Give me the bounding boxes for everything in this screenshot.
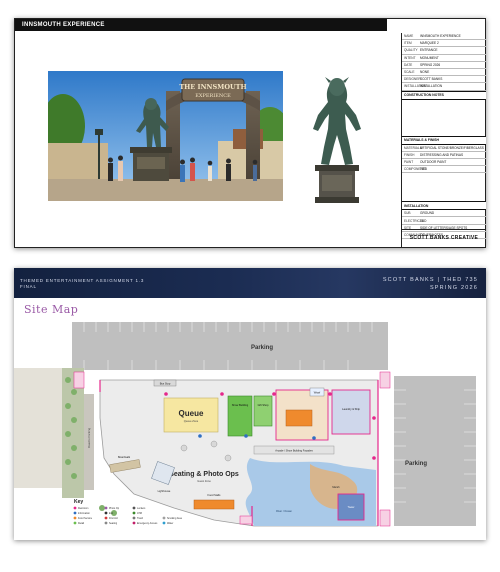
- key-item: Restroom: [78, 507, 88, 510]
- arch-sign-line2: EXPERIENCE: [195, 93, 231, 99]
- arch-sign-line1: THE INNSMOUTH: [179, 83, 246, 91]
- key-title: Key: [74, 499, 83, 505]
- key-item: Water: [167, 522, 173, 525]
- marsh-label: Marsh: [332, 485, 340, 489]
- site-map: Parking Parking Road to Parking Bus Stop…: [14, 298, 486, 540]
- key-item: Lockers: [137, 507, 146, 510]
- construction-notes-area: [402, 100, 486, 136]
- parking-top-label: Parking: [251, 345, 273, 351]
- parking-lot-top: [72, 322, 388, 370]
- show-building-label: Show Building: [232, 403, 249, 407]
- key-item: Exit: [109, 512, 113, 515]
- material-row: FINISH DISTRESSING AND PATINAS: [402, 152, 486, 159]
- gift-shop-label: Gift Shop: [258, 403, 269, 407]
- statue-render: [291, 69, 383, 209]
- creative-credit: SCOTT BANKS CREATIVE: [401, 229, 486, 246]
- spec-row: DESIGNER SCOTT BANKS: [402, 76, 486, 84]
- install-row: SUB GROUND: [402, 210, 486, 218]
- seating-label: Seating & Photo Ops: [169, 471, 239, 478]
- parking-lot-right: [394, 376, 476, 526]
- tower-label: Tower: [348, 505, 355, 509]
- site-map-title: Site Map: [24, 303, 79, 316]
- road-label: Road to Parking: [87, 428, 91, 449]
- entrance-photo: THE INNSMOUTH EXPERIENCE: [48, 71, 283, 201]
- key-item: Photo Op: [109, 507, 120, 510]
- seating-sub: Guest Zone: [197, 479, 211, 483]
- spec-row: INSTALLATION INSTALLATION: [402, 83, 486, 91]
- sheet-title: INNSMOUTH EXPERIENCE: [15, 19, 387, 31]
- key-item: Retail: [78, 522, 85, 525]
- food-stalls: [193, 499, 235, 510]
- river-label: River / Ocean: [276, 509, 292, 513]
- key-item: First Aid: [109, 517, 118, 520]
- site-map-sheet: THEMED ENTERTAINMENT ASSIGNMENT 1.3 FINA…: [14, 268, 486, 540]
- spec-row: NAME INNSMOUTH EXPERIENCE: [402, 33, 486, 41]
- material-row: COMPONENTS TBD: [402, 166, 486, 174]
- key-item: Smoking Area: [167, 517, 183, 520]
- material-row: MATERIALS ARTIFICIAL STONE/BRONZE/FIBERGL…: [402, 145, 486, 152]
- key-item: Emergency Access: [137, 522, 158, 525]
- spec-row: SCALE NONE: [402, 69, 486, 77]
- element-sheet: INNSMOUTH EXPERIENCE THE INNSMOUTH EXPER…: [14, 18, 486, 248]
- queue-label: Queue: [179, 409, 204, 418]
- key-item: Trash: [137, 517, 144, 520]
- author-course: SCOTT BANKS | THED 735: [382, 277, 478, 283]
- arcade-label: Arcade / Show Building Facades: [275, 449, 313, 453]
- parking-right-label: Parking: [405, 461, 427, 467]
- install-row: ELECTRICAL TBD: [402, 217, 486, 225]
- spec-table: NAME INNSMOUTH EXPERIENCE ITEM MARQUEE 2 Q…: [401, 33, 486, 247]
- wharf-label: Wharf: [314, 392, 321, 395]
- site-map-banner: THEMED ENTERTAINMENT ASSIGNMENT 1.3 FINA…: [14, 268, 486, 298]
- material-row: PAINT OUTDOOR PAINT: [402, 159, 486, 167]
- key-item: Seating: [109, 522, 118, 525]
- materials-heading: MATERIALS & FINISH: [402, 135, 486, 145]
- installation-heading: INSTALLATION: [402, 201, 486, 211]
- laundry-label: Laundry & Ship: [342, 407, 360, 411]
- key-item: Information: [78, 512, 91, 515]
- key-item: Food Service: [78, 517, 93, 520]
- lighthouse-label: Lighthouse: [158, 489, 171, 493]
- spec-row: INTENT MONUMENT: [402, 55, 486, 62]
- boardwalk-label: Boardwalk: [118, 455, 131, 459]
- food-label: Food Stalls: [208, 493, 222, 497]
- orange-building: [285, 409, 313, 427]
- spec-row: QUALITY ENTRANCE: [402, 47, 486, 55]
- assignment-title: THEMED ENTERTAINMENT ASSIGNMENT 1.3: [20, 278, 145, 283]
- key-item: ATM: [137, 512, 142, 515]
- assignment-subtitle: FINAL: [20, 284, 37, 289]
- spec-row: ITEM MARQUEE 2: [402, 40, 486, 48]
- queue-sub: Queue Zone: [184, 419, 199, 423]
- show-building: [227, 395, 253, 437]
- materials-notes-area: [402, 173, 486, 201]
- spec-row: DATE SPRING 2026: [402, 62, 486, 69]
- term: SPRING 2026: [429, 285, 478, 291]
- construction-heading: CONSTRUCTION NOTES: [402, 90, 486, 100]
- bus-stop-label: Bus Stop: [160, 382, 171, 386]
